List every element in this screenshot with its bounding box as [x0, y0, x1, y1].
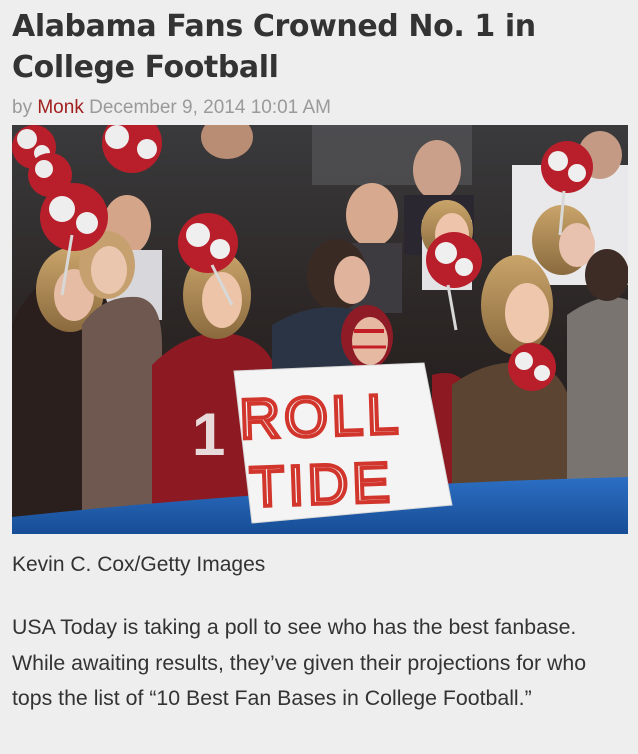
author-link[interactable]: Monk — [37, 97, 83, 118]
publish-date: December 9, 2014 10:01 AM — [89, 97, 331, 118]
svg-text:1: 1 — [192, 401, 225, 468]
sign-text-tide: TIDE — [249, 450, 395, 518]
photo-credit: Kevin C. Cox/Getty Images — [12, 553, 266, 576]
article-paragraph: USA Today is taking a poll to see who ha… — [12, 615, 587, 710]
article: Alabama Fans Crowned No. 1 in College Fo… — [0, 0, 638, 754]
photo-illustration: 1 ROLL TIDE — [12, 125, 628, 534]
article-title: Alabama Fans Crowned No. 1 in College Fo… — [12, 9, 536, 85]
roll-tide-sign: ROLL TIDE — [233, 362, 453, 524]
sign-text-roll: ROLL — [239, 382, 403, 451]
byline-prefix: by — [12, 97, 33, 118]
article-photo[interactable]: 1 ROLL TIDE — [12, 125, 628, 534]
byline: by Monk December 9, 2014 10:01 AM — [12, 97, 331, 119]
